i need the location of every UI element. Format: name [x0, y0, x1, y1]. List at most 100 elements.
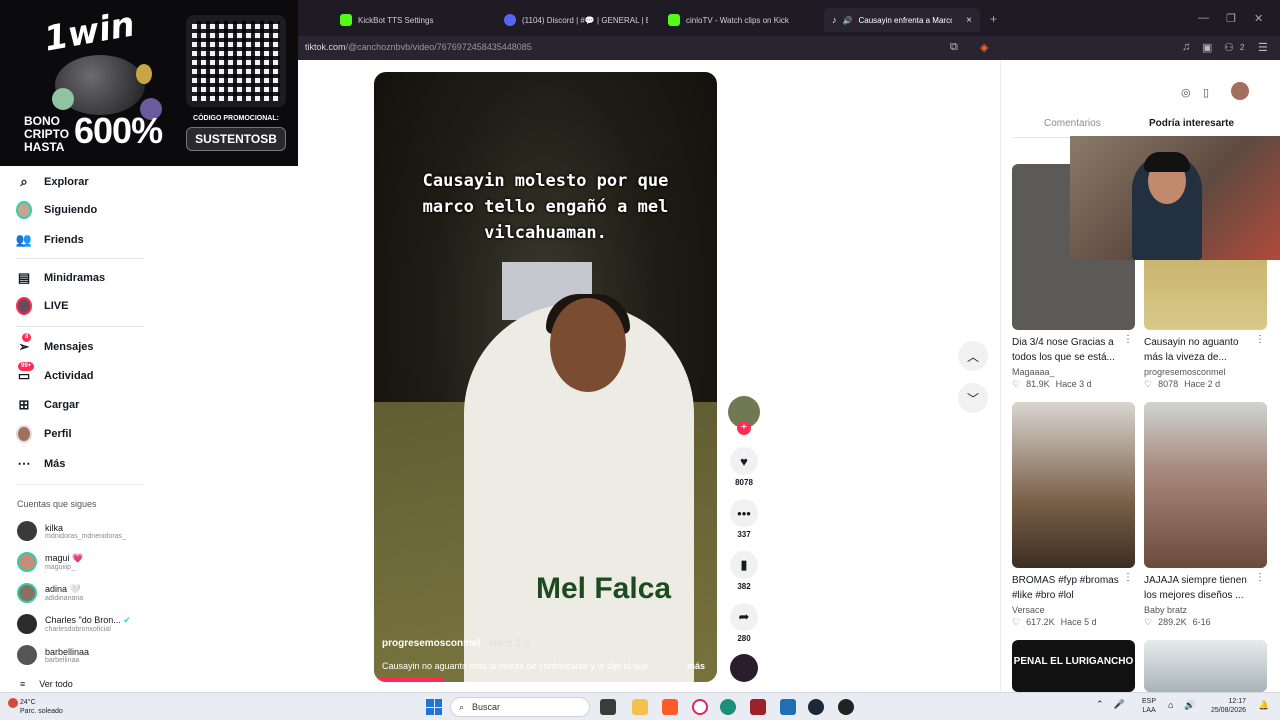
- following-account[interactable]: barbellinaa barbellinaa: [17, 645, 89, 665]
- steam-icon[interactable]: [808, 699, 824, 715]
- suggested-video-card[interactable]: JAJAJA siempre tienen los mejores diseño…: [1144, 402, 1267, 628]
- nav-mensajes[interactable]: ➢ 8 Mensajes: [16, 333, 94, 355]
- volume-icon[interactable]: 🔊: [1184, 700, 1195, 711]
- phone-icon[interactable]: ▯: [1203, 86, 1209, 99]
- input-language[interactable]: ESP LAA: [1142, 697, 1156, 715]
- post-time: Hace 3 d: [1055, 379, 1092, 389]
- next-video-button[interactable]: ﹀: [958, 383, 988, 413]
- account-name: magui 💗: [45, 553, 84, 563]
- nav-label: Mensajes: [44, 341, 94, 353]
- chevron-up-icon: ︿: [966, 349, 979, 364]
- nav-explorar[interactable]: ⌕ Explorar: [16, 174, 89, 190]
- edge-icon[interactable]: [720, 699, 736, 715]
- tab-kickbot[interactable]: KickBot TTS Settings: [332, 8, 492, 32]
- avatar: [16, 297, 32, 315]
- close-tab-icon[interactable]: ×: [966, 15, 972, 26]
- video-title: BROMAS #fyp #bromas #like #bro #lol: [1012, 575, 1119, 601]
- suggested-video-card[interactable]: PENAL EL LURIGANCHO: [1012, 640, 1135, 692]
- music-icon[interactable]: ♫: [1182, 41, 1190, 53]
- nav-siguiendo[interactable]: Siguiendo: [16, 201, 97, 219]
- more-options-icon[interactable]: ⋮: [1123, 334, 1133, 345]
- follow-plus-icon[interactable]: +: [737, 421, 751, 435]
- video-progress[interactable]: [374, 678, 443, 682]
- post-time: 6-16: [1192, 617, 1211, 627]
- following-account[interactable]: Charles "do Bron... ✔ charlesdobronxofici…: [17, 614, 131, 634]
- tab-tiktok[interactable]: ♪ 🔊 Causayin enfrenta a Marco Te ×: [824, 8, 980, 32]
- video-thumbnail[interactable]: [1144, 640, 1267, 692]
- suggested-video-card[interactable]: [1144, 640, 1267, 692]
- inbox-icon: ▭ 99+: [16, 362, 35, 384]
- taskbar-clock[interactable]: 12:17 25/08/2026: [1200, 697, 1246, 715]
- notifications-icon[interactable]: 🔔: [1258, 700, 1269, 711]
- tab-podria-interesarte[interactable]: Podría interesarte: [1149, 118, 1234, 129]
- more-options-icon[interactable]: ⋮: [1255, 572, 1265, 583]
- tab-kick-clips[interactable]: cinloTV - Watch clips on Kick: [660, 8, 820, 32]
- music-disc-icon[interactable]: [730, 654, 758, 682]
- sidebar-icon[interactable]: ▣: [1202, 41, 1212, 54]
- see-all-link[interactable]: ≡ Ver todo: [20, 679, 73, 689]
- windows-start-icon[interactable]: [426, 699, 442, 715]
- compass-icon[interactable]: ◎: [1181, 86, 1191, 99]
- brave-icon[interactable]: [662, 699, 678, 715]
- save-button[interactable]: ▮ 382: [728, 551, 760, 591]
- kick-icon: [668, 14, 680, 26]
- nav-mas[interactable]: ⋯ Más: [16, 456, 66, 472]
- more-options-icon[interactable]: ⋮: [1255, 334, 1265, 345]
- more-options-icon[interactable]: ⋮: [1123, 572, 1133, 583]
- nav-cargar[interactable]: ⊞ Cargar: [16, 397, 80, 413]
- nav-actividad[interactable]: ▭ 99+ Actividad: [16, 362, 94, 384]
- system-tray[interactable]: ⌃ 🎤: [1096, 699, 1125, 710]
- video-thumbnail[interactable]: PENAL EL LURIGANCHO: [1012, 640, 1135, 692]
- suggested-video-card[interactable]: BROMAS #fyp #bromas #like #bro #lol ⋮ Ve…: [1012, 402, 1135, 628]
- promo-code: SUSTENTOSB: [186, 127, 286, 151]
- obs-icon[interactable]: [838, 699, 854, 715]
- video-thumbnail[interactable]: [1144, 402, 1267, 568]
- avatar: [17, 614, 37, 634]
- following-account[interactable]: magui 💗 maguiiip_: [17, 552, 83, 572]
- minimize-icon[interactable]: —: [1198, 12, 1209, 24]
- nav-minidramas[interactable]: ▤ Minidramas: [16, 270, 105, 286]
- video-title: Dia 3/4 nose Gracias a todos los que se …: [1012, 337, 1115, 363]
- following-account[interactable]: kilka mdnidoras_mdnenidoras_: [17, 521, 126, 541]
- shirt-text: Mel Falca: [536, 572, 672, 605]
- store-icon[interactable]: [780, 699, 796, 715]
- task-view-icon[interactable]: [600, 699, 616, 715]
- url-field[interactable]: tiktok.com/@canchoznbvb/video/7676972458…: [305, 42, 532, 52]
- previous-video-button[interactable]: ︿: [958, 341, 988, 371]
- nav-friends[interactable]: 👥 Friends: [16, 232, 84, 248]
- share-button[interactable]: ➦ 280: [728, 603, 760, 643]
- game-icon[interactable]: [750, 699, 766, 715]
- translate-icon[interactable]: ⧉: [950, 41, 958, 54]
- nav-perfil[interactable]: Perfil: [16, 425, 72, 443]
- taskbar-search[interactable]: ⌕ Buscar: [450, 697, 590, 717]
- account-user: charlesdobronxoficial: [45, 626, 111, 633]
- weather-widget[interactable]: 24°C Parc. soleado: [20, 698, 63, 716]
- send-icon: ➢ 8: [18, 333, 32, 354]
- more-link[interactable]: más: [687, 661, 705, 671]
- tab-comentarios[interactable]: Comentarios: [1044, 118, 1101, 129]
- avatar[interactable]: [1231, 82, 1249, 100]
- new-tab-button[interactable]: +: [990, 12, 997, 26]
- restore-icon[interactable]: ❐: [1226, 12, 1236, 25]
- menu-icon[interactable]: ☰: [1258, 41, 1268, 54]
- tab-discord[interactable]: (1104) Discord | #💬 | GENERAL | EISUS...: [496, 8, 656, 32]
- brand-logo: 1win: [41, 4, 138, 60]
- nav-label: Actividad: [44, 370, 94, 382]
- comment-button[interactable]: ••• 337: [728, 499, 760, 539]
- video-thumbnail[interactable]: [1012, 402, 1135, 568]
- tab-label: cinloTV - Watch clips on Kick: [686, 15, 789, 25]
- like-button[interactable]: ♥ 8078: [728, 447, 760, 487]
- nav-label: Explorar: [44, 176, 89, 188]
- file-explorer-icon[interactable]: [632, 699, 648, 715]
- video-caption-overlay: Causayin molesto por que marco tello eng…: [422, 171, 669, 243]
- brave-shield-icon[interactable]: ◈: [980, 41, 988, 54]
- nav-live[interactable]: LIVE: [16, 297, 69, 315]
- following-account[interactable]: adina 🤍 adidinanana: [17, 583, 83, 603]
- video-author[interactable]: progresemosconmel · Hace 2 d: [382, 638, 529, 649]
- nav-label: LIVE: [44, 300, 69, 312]
- video-player[interactable]: Mel Falca Causayin molesto por que marco…: [374, 72, 717, 682]
- extension-icon[interactable]: ⚇: [1224, 41, 1234, 54]
- window-close-icon[interactable]: ✕: [1254, 12, 1263, 25]
- opera-icon[interactable]: [692, 699, 708, 715]
- network-icon[interactable]: ⌂: [1168, 700, 1173, 710]
